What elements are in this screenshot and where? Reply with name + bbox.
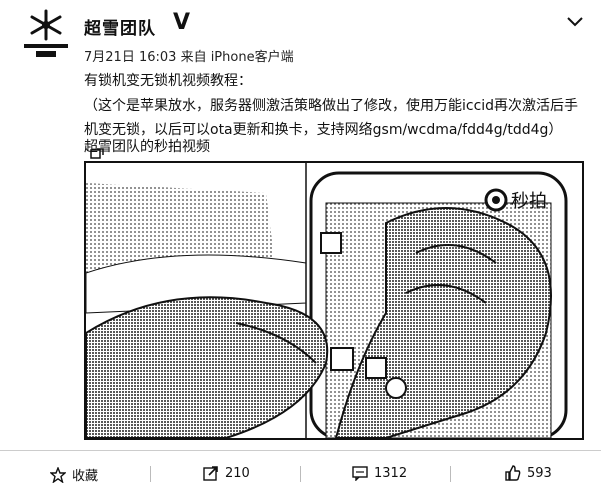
favorite-label: 收藏 [72, 469, 99, 484]
star-icon [50, 466, 66, 483]
repost-button[interactable]: 210 [203, 465, 250, 481]
miaopai-watermark: 秒拍 [484, 188, 547, 212]
favorite-button[interactable]: 收藏 [50, 465, 98, 484]
chevron-down-icon[interactable] [566, 14, 584, 28]
author-name[interactable]: 超雪团队 [84, 14, 156, 39]
video-title-link[interactable]: 超雪团队的秒拍视频 [84, 136, 210, 156]
divider [0, 450, 601, 451]
comment-count: 1312 [374, 465, 408, 481]
snowflake-logo [24, 9, 68, 57]
video-thumbnail: 秒拍 [86, 163, 582, 438]
video-player[interactable]: 秒拍 [84, 161, 584, 440]
avatar[interactable] [22, 8, 70, 60]
separator [150, 466, 151, 482]
like-count: 593 [527, 465, 552, 481]
comment-icon [352, 466, 368, 481]
post-text-line1: 有锁机变无锁机视频教程： [84, 73, 252, 89]
comment-button[interactable]: 1312 [352, 465, 407, 481]
separator [450, 466, 451, 482]
separator [300, 466, 301, 482]
repost-count: 210 [225, 465, 250, 481]
thumbs-up-icon [505, 465, 521, 481]
post-meta: 7月21日 16:03 来自 iPhone客户端 [84, 46, 294, 65]
timestamp[interactable]: 7月21日 16:03 [84, 50, 176, 65]
post-text-body: （这个是苹果放水，服务器侧激活策略做出了修改，使用万能iccid再次激活后手机变… [84, 98, 579, 138]
svg-text:秒拍: 秒拍 [511, 191, 547, 212]
verified-badge: V [173, 10, 191, 35]
source: 来自 iPhone客户端 [180, 50, 294, 65]
like-button[interactable]: 593 [505, 465, 552, 481]
repost-icon [203, 466, 218, 481]
